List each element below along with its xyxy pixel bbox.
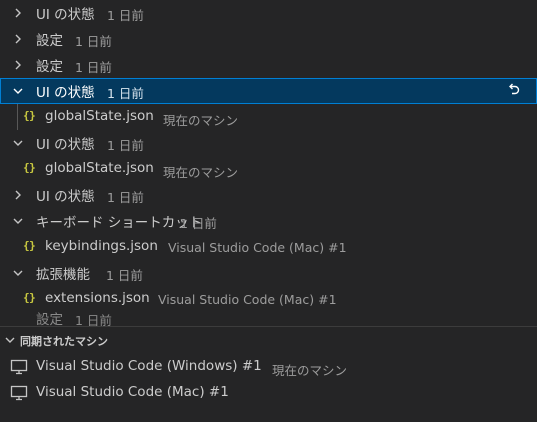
tree-item-ui-state[interactable]: UI の状態 1 日前 xyxy=(0,130,537,156)
tree-item-file-keybindings[interactable]: {} keybindings.json Visual Studio Code (… xyxy=(0,234,537,260)
machine-name: Visual Studio Code (Mac) #1 xyxy=(36,384,229,400)
chevron-down-icon[interactable] xyxy=(12,267,24,279)
tree-item-label: UI の状態 xyxy=(36,189,95,205)
tree-item-description: 1 日前 xyxy=(107,190,144,205)
tree-item-keyboard-shortcuts[interactable]: キーボード ショートカット 1 日前 xyxy=(0,208,537,234)
tree-item-label: UI の状態 xyxy=(36,7,95,23)
tree-item-label: 設定 xyxy=(36,312,63,326)
tree-item-ui-state[interactable]: UI の状態 1 日前 xyxy=(0,182,537,208)
indent-guide xyxy=(17,104,18,130)
chevron-right-icon[interactable] xyxy=(12,7,24,19)
monitor-icon xyxy=(10,359,28,375)
revert-icon[interactable] xyxy=(505,83,521,99)
tree-item-label: 拡張機能 xyxy=(36,267,90,283)
tree-item-file-extensions[interactable]: {} extensions.json Visual Studio Code (M… xyxy=(0,286,537,312)
sync-activity-tree[interactable]: UI の状態 1 日前 設定 1 日前 設定 1 日前 UI の状態 1 日前 xyxy=(0,0,537,326)
chevron-right-icon[interactable] xyxy=(12,189,24,201)
tree-item-file-global-state[interactable]: {} globalState.json 現在のマシン xyxy=(0,104,537,130)
tree-item-settings[interactable]: 設定 1 日前 xyxy=(0,52,537,78)
tree-item-file-global-state[interactable]: {} globalState.json 現在のマシン xyxy=(0,156,537,182)
chevron-right-icon[interactable] xyxy=(12,59,24,71)
tree-item-description: 1 日前 xyxy=(180,216,217,231)
json-file-icon: {} xyxy=(23,109,36,122)
section-title: 同期されたマシン xyxy=(20,335,108,348)
tree-item-label: UI の状態 xyxy=(36,85,95,101)
tree-item-settings-partial[interactable]: 設定 1 日前 xyxy=(0,312,537,326)
tree-item-ui-state-selected[interactable]: UI の状態 1 日前 xyxy=(0,78,537,104)
tree-item-label: UI の状態 xyxy=(36,137,95,153)
chevron-down-icon[interactable] xyxy=(12,215,24,227)
tree-item-description: 1 日前 xyxy=(106,268,143,283)
tree-item-label: keybindings.json xyxy=(45,238,158,254)
tree-item-settings[interactable]: 設定 1 日前 xyxy=(0,26,537,52)
tree-item-description: Visual Studio Code (Mac) #1 xyxy=(168,240,347,255)
machine-name: Visual Studio Code (Windows) #1 xyxy=(36,358,262,374)
chevron-down-icon[interactable] xyxy=(12,137,24,149)
tree-item-label: 設定 xyxy=(36,33,63,49)
json-file-icon: {} xyxy=(23,239,36,252)
synced-machines-header[interactable]: 同期されたマシン xyxy=(0,327,537,353)
tree-item-ui-state[interactable]: UI の状態 1 日前 xyxy=(0,0,537,26)
tree-item-description: 1 日前 xyxy=(75,60,112,75)
tree-item-label: 設定 xyxy=(36,59,63,75)
tree-item-description: 1 日前 xyxy=(107,86,144,101)
tree-item-description: 1 日前 xyxy=(107,8,144,23)
tree-item-description: Visual Studio Code (Mac) #1 xyxy=(158,292,337,307)
tree-item-description: 現在のマシン xyxy=(163,113,239,128)
tree-item-label: globalState.json xyxy=(45,160,154,176)
machine-item-mac[interactable]: Visual Studio Code (Mac) #1 xyxy=(0,380,537,406)
tree-item-description: 1 日前 xyxy=(75,34,112,49)
machine-item-windows[interactable]: Visual Studio Code (Windows) #1 現在のマシン xyxy=(0,354,537,380)
tree-item-label: キーボード ショートカット xyxy=(36,215,203,231)
chevron-down-icon[interactable] xyxy=(4,334,16,346)
tree-item-label: globalState.json xyxy=(45,108,154,124)
chevron-right-icon[interactable] xyxy=(12,33,24,45)
json-file-icon: {} xyxy=(23,291,36,304)
machine-description: 現在のマシン xyxy=(272,363,348,378)
tree-item-description: 現在のマシン xyxy=(163,165,239,180)
tree-item-extensions[interactable]: 拡張機能 1 日前 xyxy=(0,260,537,286)
timeline-view: UI の状態 1 日前 設定 1 日前 設定 1 日前 UI の状態 1 日前 xyxy=(0,0,537,422)
tree-item-description: 1 日前 xyxy=(75,313,112,326)
tree-item-description: 1 日前 xyxy=(107,138,144,153)
tree-item-label: extensions.json xyxy=(45,290,150,306)
json-file-icon: {} xyxy=(23,161,36,174)
monitor-icon xyxy=(10,385,28,401)
chevron-down-icon[interactable] xyxy=(12,85,24,97)
